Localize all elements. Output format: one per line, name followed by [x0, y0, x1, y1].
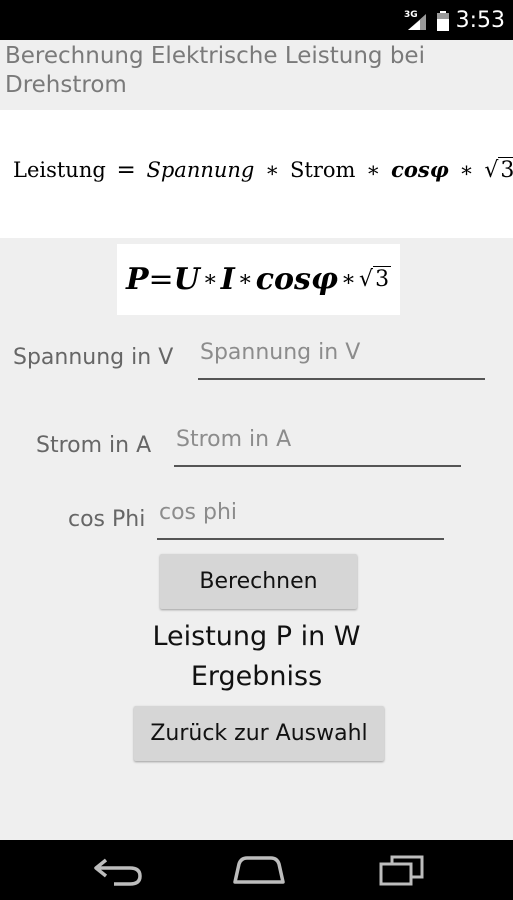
formula-times: ∗	[341, 267, 357, 292]
formula-three: 3	[373, 266, 392, 292]
voltage-input[interactable]	[198, 340, 485, 365]
formula-i: I	[220, 262, 235, 297]
formula-times: ∗	[366, 158, 381, 182]
cosphi-field-wrapper	[157, 500, 444, 540]
formula-strom: Strom	[290, 158, 356, 182]
formula-times: ∗	[265, 158, 280, 182]
page-title: Berechnung Elektrische Leistung bei Dreh…	[5, 43, 425, 98]
formula-times: ∗	[202, 267, 218, 292]
current-input[interactable]	[174, 427, 461, 452]
formula-leistung: Leistung	[13, 158, 106, 182]
cosphi-input[interactable]	[157, 500, 444, 525]
word-formula: Leistung = Spannung ∗ Strom ∗ cosφ ∗ √3	[13, 157, 513, 183]
back-to-selection-button[interactable]: Zurück zur Auswahl	[134, 706, 384, 761]
cosphi-label: cos Phi	[68, 507, 146, 532]
signal-icon	[408, 14, 426, 30]
formula-sqrt: √3	[484, 157, 513, 183]
battery-icon	[437, 11, 449, 31]
radical-sign: √	[359, 267, 374, 292]
formula-equals: =	[116, 157, 136, 183]
formula-spannung: Spannung	[146, 158, 255, 182]
result-value: Ergebniss	[190, 661, 323, 692]
formula-times: ∗	[237, 267, 253, 292]
formula-p: P	[125, 262, 149, 297]
symbol-formula-image: P = U ∗ I ∗ cosφ ∗ √3	[117, 244, 400, 315]
formula-equals: =	[148, 262, 174, 297]
formula-cosphi: cosφ	[391, 157, 449, 182]
formula-times: ∗	[459, 158, 474, 182]
navigation-bar	[0, 840, 513, 900]
clock: 3:53	[455, 8, 505, 33]
recent-apps-icon[interactable]	[376, 854, 428, 886]
back-icon[interactable]	[92, 854, 144, 886]
word-formula-image: Leistung = Spannung ∗ Strom ∗ cosφ ∗ √3	[0, 110, 513, 238]
voltage-field-wrapper	[198, 340, 485, 380]
current-field-wrapper	[174, 427, 461, 467]
formula-cosphi: cosφ	[255, 262, 339, 297]
radical-sign: √	[484, 158, 499, 183]
formula-three: 3	[498, 157, 513, 183]
formula-sqrt: √3	[359, 266, 392, 292]
status-bar: 3G 3:53	[0, 0, 513, 40]
calculate-button[interactable]: Berechnen	[160, 554, 357, 609]
current-label: Strom in A	[36, 433, 152, 458]
result-label: Leistung P in W	[152, 621, 361, 652]
formula-u: U	[173, 262, 200, 297]
voltage-label: Spannung in V	[13, 345, 174, 370]
home-icon[interactable]	[231, 854, 287, 886]
